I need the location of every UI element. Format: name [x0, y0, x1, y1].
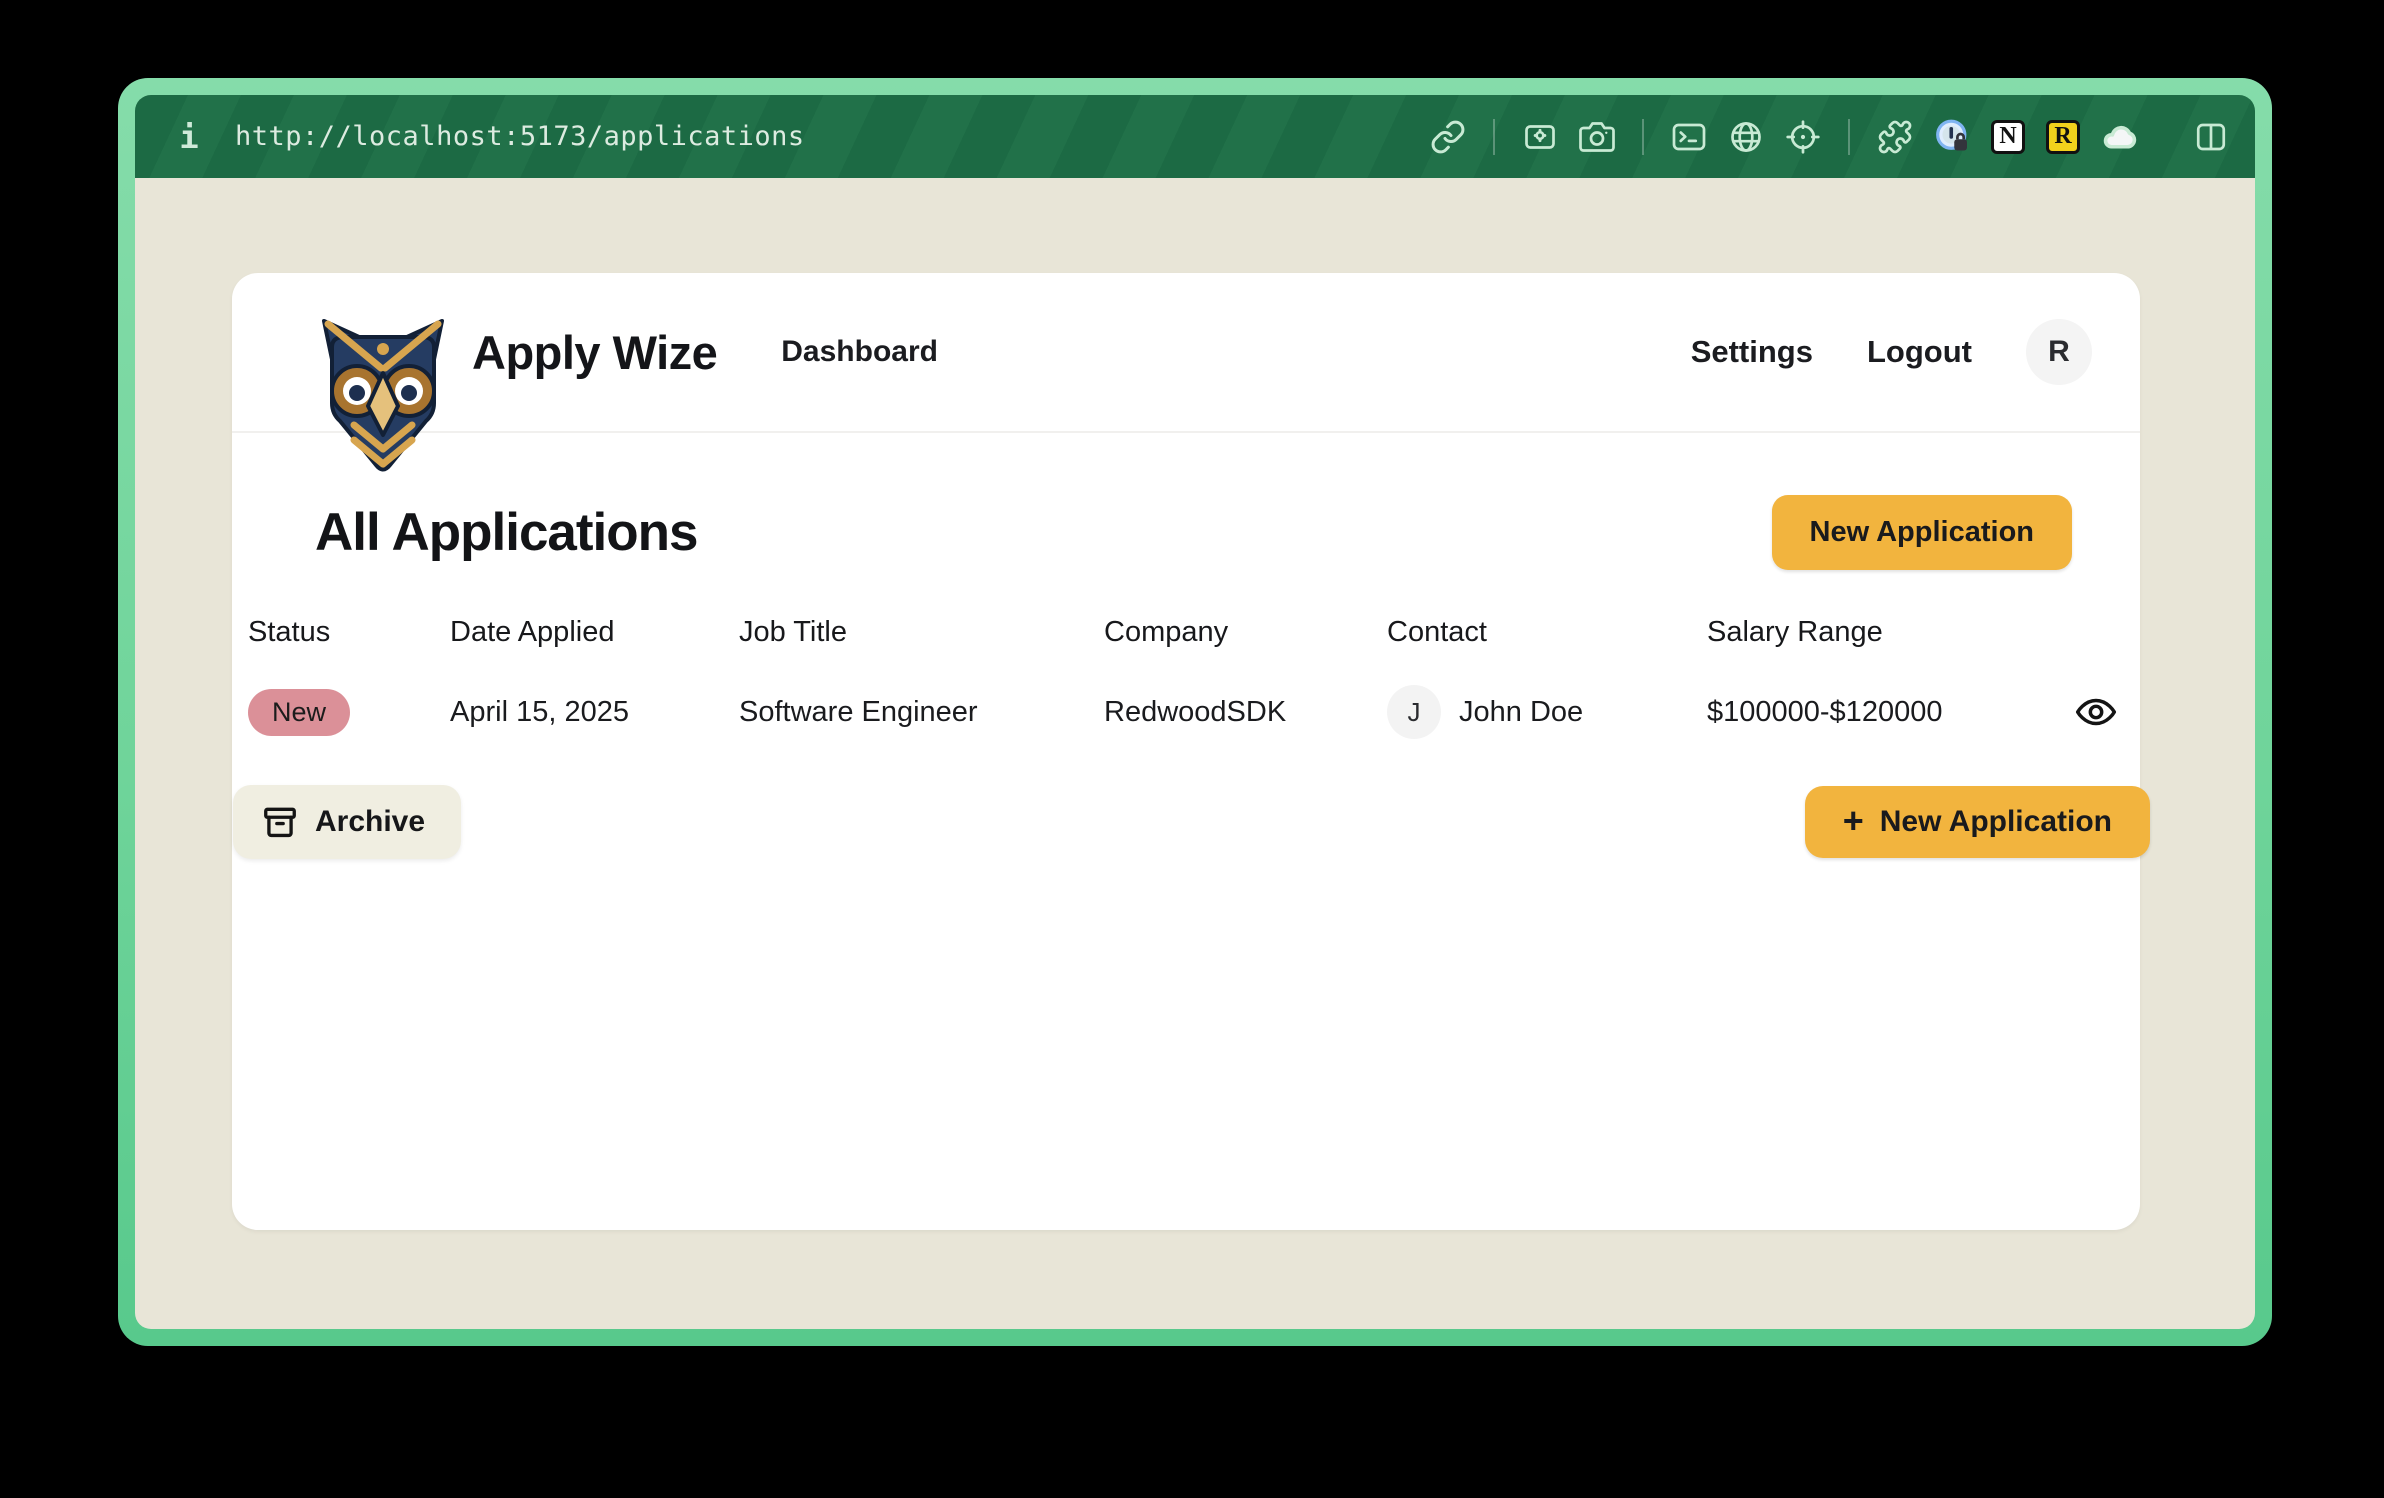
- globe-icon[interactable]: [1728, 119, 1764, 155]
- browser-window: i http://localhost:5173/applications: [118, 78, 2272, 1346]
- new-application-top-label: New Application: [1810, 516, 2035, 549]
- new-application-button-top[interactable]: New Application: [1772, 495, 2073, 570]
- page-title: All Applications: [315, 502, 698, 563]
- eye-icon: [2074, 690, 2118, 734]
- cell-company: RedwoodSDK: [1104, 696, 1387, 729]
- cell-date-applied: April 15, 2025: [450, 696, 739, 729]
- new-application-button-bottom[interactable]: + New Application: [1805, 786, 2150, 858]
- column-date-applied: Date Applied: [450, 616, 739, 649]
- table-header: Status Date Applied Job Title Company Co…: [232, 616, 2140, 649]
- crosshair-icon[interactable]: [1785, 119, 1821, 155]
- app-header: Apply Wize Dashboard Settings Logout R: [232, 273, 2140, 433]
- logout-link[interactable]: Logout: [1867, 334, 1972, 370]
- toolbar-separator: [1848, 119, 1850, 155]
- brand-title: Apply Wize: [472, 325, 717, 380]
- address-bar[interactable]: http://localhost:5173/applications: [235, 121, 805, 152]
- site-info-icon[interactable]: i: [169, 118, 209, 156]
- link-icon[interactable]: [1430, 119, 1466, 155]
- column-company: Company: [1104, 616, 1387, 649]
- contact-name: John Doe: [1459, 696, 1583, 729]
- archive-button[interactable]: Archive: [233, 785, 461, 859]
- password-manager-icon[interactable]: [1934, 119, 1970, 155]
- page-background: Apply Wize Dashboard Settings Logout R A…: [135, 178, 2255, 1329]
- contact-avatar: J: [1387, 685, 1441, 739]
- archive-icon: [261, 803, 299, 841]
- terminal-icon[interactable]: [1671, 119, 1707, 155]
- brand-link[interactable]: Apply Wize: [318, 269, 717, 435]
- new-application-bottom-label: New Application: [1880, 805, 2112, 839]
- toolbar-separator: [1493, 119, 1495, 155]
- status-badge: New: [248, 689, 350, 736]
- column-status: Status: [248, 616, 450, 649]
- browser-toolbar: i http://localhost:5173/applications: [135, 95, 2255, 178]
- camera-icon[interactable]: [1579, 119, 1615, 155]
- nav-dashboard[interactable]: Dashboard: [781, 335, 938, 369]
- app-card: Apply Wize Dashboard Settings Logout R A…: [232, 273, 2140, 1230]
- plus-icon: +: [1843, 807, 1864, 835]
- cell-contact: J John Doe: [1387, 685, 1707, 739]
- cell-salary-range: $100000-$120000: [1707, 696, 2068, 729]
- table-row: New April 15, 2025 Software Engineer Red…: [232, 685, 2140, 739]
- cloud-icon[interactable]: [2101, 119, 2137, 155]
- notion-icon[interactable]: N: [1991, 120, 2025, 154]
- extensions-puzzle-icon[interactable]: [1877, 119, 1913, 155]
- settings-link[interactable]: Settings: [1691, 334, 1813, 370]
- cell-job-title: Software Engineer: [739, 696, 1104, 729]
- user-avatar[interactable]: R: [2026, 319, 2092, 385]
- toolbar-separator: [1642, 119, 1644, 155]
- image-icon[interactable]: [1522, 119, 1558, 155]
- split-view-icon[interactable]: [2193, 119, 2229, 155]
- column-contact: Contact: [1387, 616, 1707, 649]
- column-job-title: Job Title: [739, 616, 1104, 649]
- view-application-button[interactable]: [2068, 690, 2124, 734]
- archive-label: Archive: [315, 805, 425, 839]
- column-salary-range: Salary Range: [1707, 616, 2068, 649]
- owl-logo-icon: [318, 311, 448, 477]
- r-extension-icon[interactable]: R: [2046, 120, 2080, 154]
- toolbar-icon-group: N R: [1430, 119, 2229, 155]
